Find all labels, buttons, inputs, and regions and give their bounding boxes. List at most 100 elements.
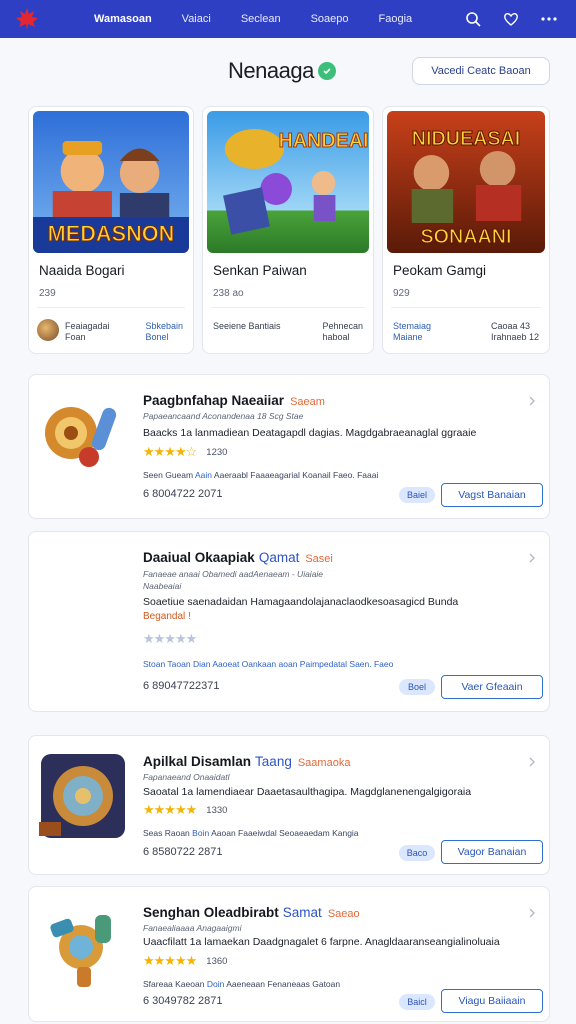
featured-card-3[interactable]: NIDUEASAI SONAANI Peokam Gamgi 929 Stema… [382,106,550,354]
featured-count: 238 ao [213,288,244,299]
item-subtitle: Fapanaeand Onaaidatl [143,772,230,782]
rating: ★★★★★ 1330 [143,802,227,818]
link-highlight[interactable]: Dian [193,659,210,669]
item-code: 6 8004722 2071 [143,488,223,500]
item-title: Daaiual Okaapiak Qamat Sasei [143,550,333,565]
link-text: Seas Raoan [143,828,190,838]
item-tag: Samat [282,905,322,920]
item-description: Saoatal 1a lamendiaear Daaetasaulthagipa… [143,786,472,798]
link-text[interactable]: Stoan Taoan [143,659,191,669]
item-links: Seen Gueam Aain Aaeraabl Faaaeagarial Ko… [143,470,378,480]
star-rating-icon: ★★★★☆ [143,444,197,459]
item-description: Baacks 1a lanmadiean Deatagapdl dagias. … [143,427,477,439]
chevron-right-icon[interactable] [527,393,537,406]
link-highlight[interactable]: Boin [192,828,209,838]
item-subtitle: Papaeancaand Aconandenaa 18 Scg Stae [143,411,304,421]
chevron-right-icon[interactable] [527,754,537,767]
rating-count: 1330 [206,804,228,816]
game-banner-image: NIDUEASAI SONAANI [387,111,545,253]
item-subtitle-2: Naabeaiai [143,581,182,591]
item-description-2: Begandal ! [143,611,191,622]
list-item[interactable]: Senghan Oleadbirabt Samat Saeao Fanaealiaa… [28,886,550,1022]
divider [211,307,365,308]
rating-count: 1230 [206,446,228,458]
featured-meta-left: Seeiene Bantiais [213,321,281,331]
star-rating-icon: ★★★★★ [143,631,197,646]
nav-item-4[interactable]: Soaepo [311,13,349,25]
more-icon[interactable] [540,10,558,28]
item-title-text: Senghan Oleadbirabt [143,905,279,920]
top-actions [464,10,564,28]
featured-meta-left: Feaiagadai Foan [65,321,110,342]
featured-title: Senkan Paiwan [213,263,307,278]
maple-leaf-logo-icon[interactable] [12,4,42,34]
status-badge: Baco [399,845,435,861]
star-rating-icon: ★★★★★ [143,802,197,817]
view-button[interactable]: Vagor Banaian [441,840,543,864]
brand-badge-icon [317,62,336,80]
item-links: Stoan Taoan Dian Aaoeat Oankaan aoan Pai… [143,659,393,669]
link-text-2: Aaoan Faaeiwdal Seoaeaedam Kangia [211,828,359,838]
avatar [37,319,59,341]
status-badge: Baiel [399,487,435,503]
item-title-text: Daaiual Okaapiak [143,550,255,565]
chevron-right-icon[interactable] [527,550,537,563]
chevron-right-icon[interactable] [527,905,537,918]
main-nav: Wamasoan Vaiaci Seclean Soaepo Faogia [94,13,442,25]
banner-text-1: MEDASNON [48,221,175,246]
featured-count: 929 [393,288,410,299]
featured-meta-left[interactable]: Stemaiag Maiane [393,321,431,343]
featured-title: Peokam Gamgi [393,263,487,278]
rating: ★★★★★ [143,631,197,647]
view-button[interactable]: Vagst Banaian [441,483,543,507]
link-text: Seen Gueam [143,470,194,480]
featured-card-1[interactable]: MEDASNON Naaida Bogari 239 Feaiagadai Fo… [28,106,194,354]
link-text-2: Aaeneaan Fenaneaas Gatoan [226,979,341,989]
item-title-text: Paagbnfahap Naeaiiar [143,393,285,408]
page-title: Nenaaga [228,58,336,84]
item-subtitle: Fanaealiaaaa Anagaaigmi [143,923,242,933]
divider [391,307,541,308]
item-title-text: Apilkal Disamlan [143,754,252,769]
list-item[interactable]: Daaiual Okaapiak Qamat Sasei Fanaeae anaai… [28,531,550,712]
heart-icon[interactable] [502,10,520,28]
view-button[interactable]: Vaer Gfeaain [441,675,543,699]
view-button[interactable]: Viagu Baiiaain [441,989,543,1013]
list-item[interactable]: Apilkal Disamlan Taang Saamaoka Fapanaeand… [28,735,550,875]
featured-card-2[interactable]: HANDEAI Senkan Paiwan 238 ao Seeiene Ban… [202,106,374,354]
featured-meta-right[interactable]: Sbkebain Bonel [145,321,183,343]
nav-item-2[interactable]: Vaiaci [182,13,211,25]
item-description: Soaetiue saenadaidan Hamagaandolajanacla… [143,596,459,608]
nav-item-5[interactable]: Faogia [379,13,413,25]
link-highlight[interactable]: Aain [195,470,212,480]
rating: ★★★★☆ 1230 [143,444,227,460]
item-tag-2: Sasei [305,553,333,565]
status-badge: Boel [399,679,435,695]
link-text-2[interactable]: Aaoeat Oankaan aoan Paimpedatal Saen. Fa… [212,659,393,669]
game-icon [37,901,129,993]
item-code: 6 3049782 2871 [143,995,223,1007]
item-title: Paagbnfahap Naeaiiar Saeam [143,393,325,408]
header-action-button[interactable]: Vacedi Ceatc Baoan [412,57,550,85]
featured-meta-right: Caoaa 43 Irahnaeb 12 [490,321,539,342]
item-tag: Saeam [290,396,325,408]
rating-count: 1360 [206,955,228,967]
game-banner-image: MEDASNON [33,111,189,253]
list-item[interactable]: Paagbnfahap Naeaiiar Saeam Papaeancaand A… [28,374,550,519]
banner-text-3: SONAANI [420,226,511,248]
item-title: Apilkal Disamlan Taang Saamaoka [143,754,350,769]
game-banner-image: HANDEAI [207,111,369,253]
nav-item-home[interactable]: Wamasoan [94,13,152,25]
item-tag-2: Saeao [327,908,360,920]
nav-item-3[interactable]: Seclean [241,13,281,25]
banner-top-text-3: NIDUEASAI [412,128,521,150]
rating: ★★★★★ 1360 [143,953,227,969]
banner-text-2: HANDEAI [279,130,369,152]
link-highlight[interactable]: Doin [207,979,224,989]
status-badge: Baicl [399,994,435,1010]
star-rating-icon: ★★★★★ [143,953,197,968]
item-title: Senghan Oleadbirabt Samat Saeao [143,905,360,920]
search-icon[interactable] [464,10,482,28]
item-links: Seas Raoan Boin Aaoan Faaeiwdal Seoaeaed… [143,828,359,838]
item-subtitle: Fanaeae anaai Obamedi aadAenaeam - Uiaia… [143,569,324,579]
